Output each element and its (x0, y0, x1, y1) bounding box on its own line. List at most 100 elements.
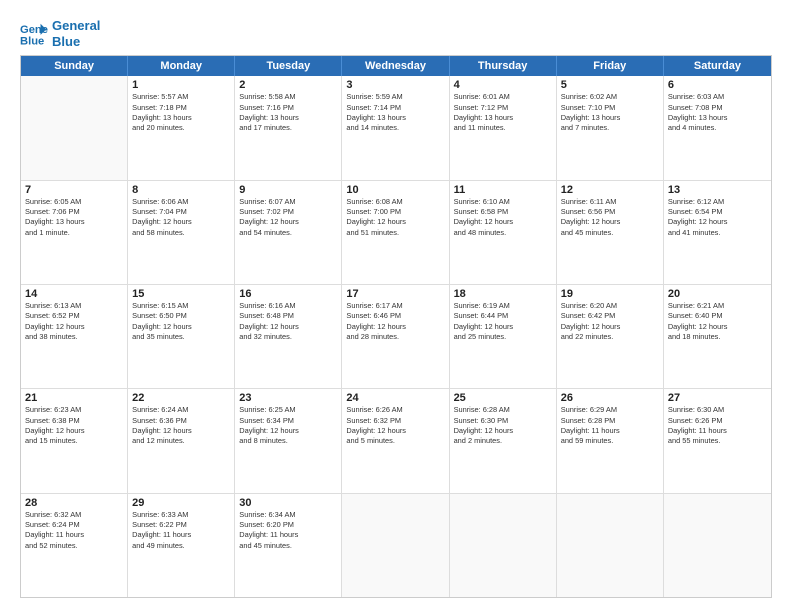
day-cell-8: 8Sunrise: 6:06 AM Sunset: 7:04 PM Daylig… (128, 181, 235, 284)
day-number: 11 (454, 184, 552, 196)
day-info: Sunrise: 6:34 AM Sunset: 6:20 PM Dayligh… (239, 510, 337, 551)
day-number: 17 (346, 288, 444, 300)
logo: General Blue General Blue (20, 18, 100, 49)
day-info: Sunrise: 6:06 AM Sunset: 7:04 PM Dayligh… (132, 197, 230, 238)
day-number: 19 (561, 288, 659, 300)
logo-blue: Blue (52, 34, 100, 50)
day-cell-empty-4-5 (557, 494, 664, 597)
day-cell-27: 27Sunrise: 6:30 AM Sunset: 6:26 PM Dayli… (664, 389, 771, 492)
day-info: Sunrise: 6:16 AM Sunset: 6:48 PM Dayligh… (239, 301, 337, 342)
day-cell-9: 9Sunrise: 6:07 AM Sunset: 7:02 PM Daylig… (235, 181, 342, 284)
day-number: 28 (25, 497, 123, 509)
day-cell-16: 16Sunrise: 6:16 AM Sunset: 6:48 PM Dayli… (235, 285, 342, 388)
day-number: 9 (239, 184, 337, 196)
day-info: Sunrise: 6:20 AM Sunset: 6:42 PM Dayligh… (561, 301, 659, 342)
day-info: Sunrise: 6:08 AM Sunset: 7:00 PM Dayligh… (346, 197, 444, 238)
day-number: 15 (132, 288, 230, 300)
header-day-wednesday: Wednesday (342, 56, 449, 76)
day-cell-30: 30Sunrise: 6:34 AM Sunset: 6:20 PM Dayli… (235, 494, 342, 597)
day-info: Sunrise: 6:32 AM Sunset: 6:24 PM Dayligh… (25, 510, 123, 551)
day-cell-2: 2Sunrise: 5:58 AM Sunset: 7:16 PM Daylig… (235, 76, 342, 179)
day-number: 20 (668, 288, 767, 300)
day-info: Sunrise: 6:19 AM Sunset: 6:44 PM Dayligh… (454, 301, 552, 342)
day-number: 1 (132, 79, 230, 91)
day-info: Sunrise: 6:26 AM Sunset: 6:32 PM Dayligh… (346, 405, 444, 446)
day-cell-25: 25Sunrise: 6:28 AM Sunset: 6:30 PM Dayli… (450, 389, 557, 492)
day-number: 16 (239, 288, 337, 300)
day-number: 10 (346, 184, 444, 196)
day-cell-11: 11Sunrise: 6:10 AM Sunset: 6:58 PM Dayli… (450, 181, 557, 284)
day-cell-18: 18Sunrise: 6:19 AM Sunset: 6:44 PM Dayli… (450, 285, 557, 388)
day-info: Sunrise: 6:07 AM Sunset: 7:02 PM Dayligh… (239, 197, 337, 238)
day-number: 13 (668, 184, 767, 196)
svg-text:Blue: Blue (20, 35, 44, 47)
day-info: Sunrise: 5:58 AM Sunset: 7:16 PM Dayligh… (239, 92, 337, 133)
day-cell-13: 13Sunrise: 6:12 AM Sunset: 6:54 PM Dayli… (664, 181, 771, 284)
day-info: Sunrise: 6:02 AM Sunset: 7:10 PM Dayligh… (561, 92, 659, 133)
week-row-4: 21Sunrise: 6:23 AM Sunset: 6:38 PM Dayli… (21, 389, 771, 493)
day-cell-empty-0-0 (21, 76, 128, 179)
header-day-friday: Friday (557, 56, 664, 76)
day-info: Sunrise: 6:11 AM Sunset: 6:56 PM Dayligh… (561, 197, 659, 238)
day-number: 14 (25, 288, 123, 300)
header-day-monday: Monday (128, 56, 235, 76)
day-cell-empty-4-6 (664, 494, 771, 597)
day-info: Sunrise: 6:17 AM Sunset: 6:46 PM Dayligh… (346, 301, 444, 342)
day-cell-29: 29Sunrise: 6:33 AM Sunset: 6:22 PM Dayli… (128, 494, 235, 597)
day-number: 5 (561, 79, 659, 91)
day-number: 4 (454, 79, 552, 91)
day-cell-14: 14Sunrise: 6:13 AM Sunset: 6:52 PM Dayli… (21, 285, 128, 388)
week-row-3: 14Sunrise: 6:13 AM Sunset: 6:52 PM Dayli… (21, 285, 771, 389)
header-day-tuesday: Tuesday (235, 56, 342, 76)
calendar-body: 1Sunrise: 5:57 AM Sunset: 7:18 PM Daylig… (21, 76, 771, 597)
day-number: 12 (561, 184, 659, 196)
day-number: 18 (454, 288, 552, 300)
day-cell-5: 5Sunrise: 6:02 AM Sunset: 7:10 PM Daylig… (557, 76, 664, 179)
day-info: Sunrise: 5:59 AM Sunset: 7:14 PM Dayligh… (346, 92, 444, 133)
calendar: SundayMondayTuesdayWednesdayThursdayFrid… (20, 55, 772, 598)
header: General Blue General Blue (20, 18, 772, 49)
day-info: Sunrise: 6:12 AM Sunset: 6:54 PM Dayligh… (668, 197, 767, 238)
day-info: Sunrise: 6:28 AM Sunset: 6:30 PM Dayligh… (454, 405, 552, 446)
day-cell-7: 7Sunrise: 6:05 AM Sunset: 7:06 PM Daylig… (21, 181, 128, 284)
day-cell-23: 23Sunrise: 6:25 AM Sunset: 6:34 PM Dayli… (235, 389, 342, 492)
day-cell-19: 19Sunrise: 6:20 AM Sunset: 6:42 PM Dayli… (557, 285, 664, 388)
logo-icon: General Blue (20, 20, 48, 48)
day-info: Sunrise: 6:05 AM Sunset: 7:06 PM Dayligh… (25, 197, 123, 238)
day-number: 26 (561, 392, 659, 404)
week-row-5: 28Sunrise: 6:32 AM Sunset: 6:24 PM Dayli… (21, 494, 771, 597)
day-number: 6 (668, 79, 767, 91)
day-info: Sunrise: 6:15 AM Sunset: 6:50 PM Dayligh… (132, 301, 230, 342)
day-cell-15: 15Sunrise: 6:15 AM Sunset: 6:50 PM Dayli… (128, 285, 235, 388)
day-cell-empty-4-4 (450, 494, 557, 597)
day-number: 25 (454, 392, 552, 404)
day-number: 30 (239, 497, 337, 509)
header-day-sunday: Sunday (21, 56, 128, 76)
day-info: Sunrise: 6:10 AM Sunset: 6:58 PM Dayligh… (454, 197, 552, 238)
day-cell-26: 26Sunrise: 6:29 AM Sunset: 6:28 PM Dayli… (557, 389, 664, 492)
day-number: 7 (25, 184, 123, 196)
calendar-header: SundayMondayTuesdayWednesdayThursdayFrid… (21, 56, 771, 76)
day-cell-12: 12Sunrise: 6:11 AM Sunset: 6:56 PM Dayli… (557, 181, 664, 284)
day-info: Sunrise: 6:30 AM Sunset: 6:26 PM Dayligh… (668, 405, 767, 446)
day-info: Sunrise: 5:57 AM Sunset: 7:18 PM Dayligh… (132, 92, 230, 133)
day-cell-1: 1Sunrise: 5:57 AM Sunset: 7:18 PM Daylig… (128, 76, 235, 179)
day-number: 27 (668, 392, 767, 404)
day-number: 29 (132, 497, 230, 509)
week-row-2: 7Sunrise: 6:05 AM Sunset: 7:06 PM Daylig… (21, 181, 771, 285)
day-cell-17: 17Sunrise: 6:17 AM Sunset: 6:46 PM Dayli… (342, 285, 449, 388)
day-number: 24 (346, 392, 444, 404)
day-cell-3: 3Sunrise: 5:59 AM Sunset: 7:14 PM Daylig… (342, 76, 449, 179)
day-cell-empty-4-3 (342, 494, 449, 597)
day-cell-6: 6Sunrise: 6:03 AM Sunset: 7:08 PM Daylig… (664, 76, 771, 179)
day-info: Sunrise: 6:01 AM Sunset: 7:12 PM Dayligh… (454, 92, 552, 133)
day-cell-4: 4Sunrise: 6:01 AM Sunset: 7:12 PM Daylig… (450, 76, 557, 179)
logo-general: General (52, 18, 100, 34)
day-number: 3 (346, 79, 444, 91)
header-day-thursday: Thursday (450, 56, 557, 76)
day-cell-24: 24Sunrise: 6:26 AM Sunset: 6:32 PM Dayli… (342, 389, 449, 492)
day-number: 21 (25, 392, 123, 404)
day-number: 8 (132, 184, 230, 196)
day-info: Sunrise: 6:29 AM Sunset: 6:28 PM Dayligh… (561, 405, 659, 446)
header-day-saturday: Saturday (664, 56, 771, 76)
